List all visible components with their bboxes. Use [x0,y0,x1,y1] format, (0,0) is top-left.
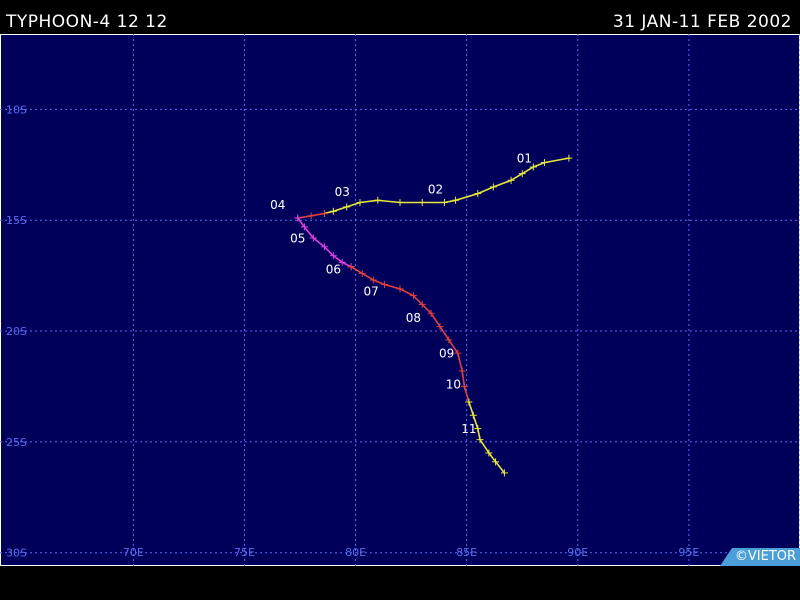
day-label: 03 [335,185,350,199]
day-label: 08 [406,311,421,325]
day-label: 04 [270,198,285,212]
map-background [0,34,800,566]
lon-tick-label: 85E [456,546,477,559]
lat-tick-label: 20S [6,325,27,338]
lat-tick-label: 25S [6,436,27,449]
credit-text: ©VIETOR [734,549,796,564]
day-label: 01 [517,152,532,166]
date-range: 31 JAN-11 FEB 2002 [612,12,792,32]
day-label: 02 [428,183,443,197]
lon-tick-label: 70E [123,546,144,559]
lat-tick-label: 10S [6,103,27,116]
storm-title: TYPHOON-4 12 12 [6,12,168,32]
lon-tick-label: 80E [345,546,366,559]
day-label: 09 [439,347,454,361]
map-canvas: 70E75E80E85E90E95E100E10S15S20S25S30S 01… [0,34,800,566]
day-label: 10 [446,378,461,392]
day-label: 07 [363,285,378,299]
day-label: 11 [461,422,476,436]
day-label: 06 [326,262,341,276]
track-map: 70E75E80E85E90E95E100E10S15S20S25S30S 01… [0,34,800,566]
lon-tick-label: 90E [567,546,588,559]
lat-tick-label: 15S [6,214,27,227]
lat-tick-label: 30S [6,547,27,560]
lon-tick-label: 95E [678,546,699,559]
day-label: 05 [290,231,305,245]
lon-tick-label: 75E [234,546,255,559]
